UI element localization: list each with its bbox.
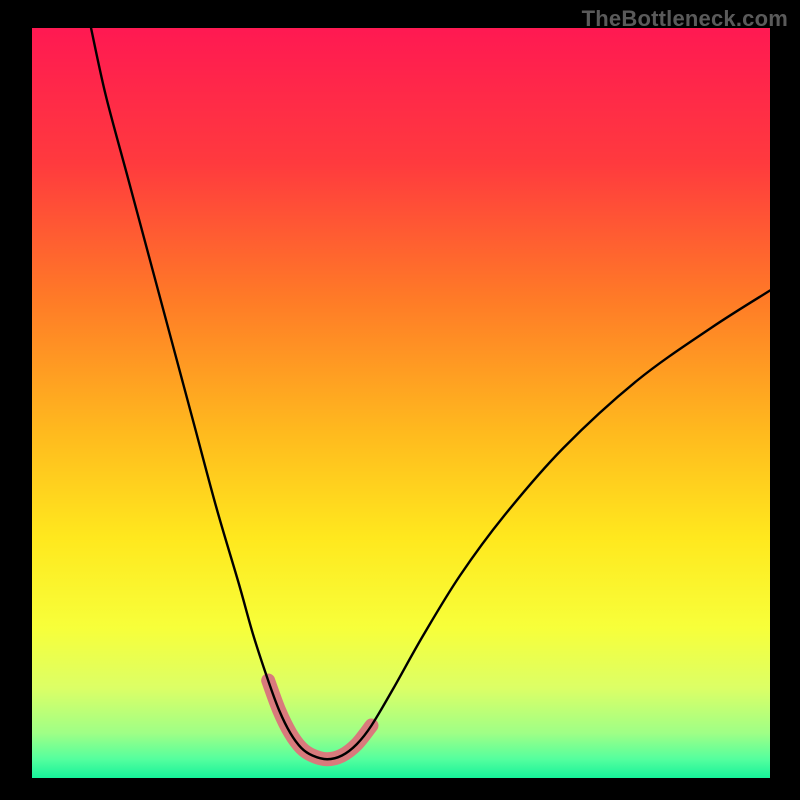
chart-svg <box>0 0 800 800</box>
chart-stage: TheBottleneck.com <box>0 0 800 800</box>
plot-background <box>32 28 770 778</box>
watermark-text: TheBottleneck.com <box>582 6 788 32</box>
